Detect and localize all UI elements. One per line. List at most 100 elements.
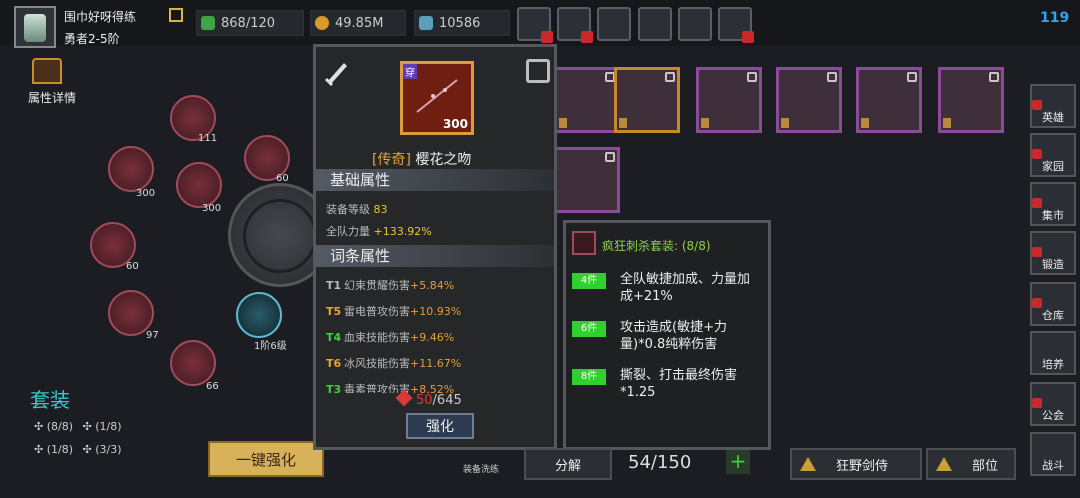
alert-badge <box>541 31 553 43</box>
shop-cart-icon[interactable] <box>517 7 553 43</box>
sidenav-cultivate[interactable]: 培养 <box>1030 331 1076 375</box>
rank-icon <box>559 118 567 128</box>
affix-label: 冰风技能伤害 <box>344 357 410 370</box>
affix-value: +11.67% <box>410 357 462 370</box>
alert-badge <box>742 31 754 43</box>
set-row[interactable]: ✣ (1/8) ✣ (3/3) <box>34 443 122 456</box>
edit-name-icon[interactable] <box>169 8 183 22</box>
affix-label: 血束技能伤害 <box>344 331 410 344</box>
affix-row: T1 幻束贯耀伤害+5.84% <box>326 277 454 293</box>
inventory-counter: 54/150 <box>628 452 692 473</box>
sidenav-label: 锻造 <box>1042 258 1064 271</box>
player-name: 围巾好呀得练 <box>64 10 137 24</box>
inventory-slot[interactable] <box>554 147 620 213</box>
sidenav-battle[interactable]: 战斗 <box>1030 432 1076 476</box>
alert-badge <box>581 31 593 43</box>
gold-stat: 49.85M <box>310 10 406 36</box>
affix-row: T4 血束技能伤害+9.46% <box>326 329 454 345</box>
lock-icon <box>907 72 917 82</box>
unlock-icon[interactable] <box>526 59 550 83</box>
affix-tier: T5 <box>326 305 342 318</box>
inventory-slot[interactable] <box>696 67 762 133</box>
settings-gear-icon[interactable] <box>638 7 672 41</box>
affix-row: T6 冰风技能伤害+11.67% <box>326 355 461 371</box>
rank-icon <box>943 118 951 128</box>
set-icon: ✣ <box>34 420 44 433</box>
inventory-slot[interactable] <box>554 67 620 133</box>
lock-icon <box>989 72 999 82</box>
lock-icon <box>747 72 757 82</box>
sidenav-label: 集市 <box>1042 209 1064 222</box>
affix-tier: T4 <box>326 331 342 344</box>
sidenav-label: 战斗 <box>1042 459 1064 472</box>
sidenav-guild[interactable]: 公会 <box>1030 382 1076 426</box>
node-level: 66 <box>206 381 219 392</box>
strengthen-all-button[interactable]: 一键强化 <box>208 441 324 477</box>
node-level: 60 <box>126 261 139 272</box>
item-name: 樱花之吻 <box>415 152 472 168</box>
class-filter-button[interactable]: 狂野剑侍 <box>790 448 922 480</box>
star-burst-icon[interactable] <box>718 7 754 43</box>
slot-filter-label: 部位 <box>972 458 999 474</box>
wings-level: 1阶6级 <box>254 341 287 352</box>
base-attr-row: 装备等级 83 <box>326 201 388 217</box>
item-level: 300 <box>442 117 468 131</box>
expand-inventory-button[interactable]: + <box>726 450 750 474</box>
sidenav-warehouse[interactable]: 仓库 <box>1030 282 1076 326</box>
sidenav-hero[interactable]: 英雄 <box>1030 84 1076 128</box>
set-icon: ✣ <box>82 420 92 433</box>
set-icon: ✣ <box>34 443 44 456</box>
sidenav-label: 英雄 <box>1042 111 1064 124</box>
affix-tier: T3 <box>326 383 342 393</box>
decompose-button[interactable]: 分解 <box>524 448 612 480</box>
affix-value: +10.93% <box>410 305 462 318</box>
set-icon: ✣ <box>82 443 92 456</box>
set-count: (1/8) <box>46 443 74 456</box>
attributes-detail-label[interactable]: 属性详情 <box>28 89 76 106</box>
rank-icon <box>781 118 789 128</box>
inventory-slot[interactable] <box>614 67 680 133</box>
equip-node-wings[interactable] <box>236 292 282 338</box>
set-icon <box>572 231 596 255</box>
mail-icon[interactable] <box>557 7 593 43</box>
set-row[interactable]: ✣ (8/8) ✣ (1/8) <box>34 420 122 433</box>
set-title: 疯狂刺杀套装: (8/8) <box>602 239 711 253</box>
sidenav-market[interactable]: 集市 <box>1030 182 1076 226</box>
inventory-slot[interactable] <box>938 67 1004 133</box>
inventory-slot[interactable] <box>776 67 842 133</box>
gamepad-icon[interactable] <box>597 7 631 41</box>
affix-tier: T1 <box>326 279 342 292</box>
item-title: [传奇] 樱花之吻 <box>372 149 471 169</box>
set-count: (3/3) <box>95 443 122 456</box>
strengthen-button[interactable]: 强化 <box>406 413 474 439</box>
sidenav-label: 家园 <box>1042 160 1064 173</box>
node-level: 300 <box>136 188 156 199</box>
equip-node-cape[interactable] <box>170 340 216 386</box>
strengthen-cost: 50/645 <box>395 389 462 408</box>
slot-filter-button[interactable]: 部位 <box>926 448 1016 480</box>
avatar[interactable] <box>14 6 56 48</box>
set-count: (8/8) <box>46 420 74 433</box>
affix-label: 雷电普攻伤害 <box>344 305 410 318</box>
equip-node-bow[interactable] <box>108 146 154 192</box>
color-wheel-icon[interactable] <box>678 7 712 41</box>
item-icon: 穿 300 <box>400 61 474 135</box>
node-level: 60 <box>276 173 289 184</box>
player-rank: 勇者2-5阶 <box>64 32 120 46</box>
reforge-label[interactable]: 装备洗练 <box>463 462 499 475</box>
attributes-detail-icon[interactable] <box>32 58 62 84</box>
inventory-slot[interactable] <box>856 67 922 133</box>
sidenav-home[interactable]: 家园 <box>1030 133 1076 177</box>
energy-icon <box>201 16 215 30</box>
rank-icon <box>861 118 869 128</box>
affix-value: +9.46% <box>410 331 455 344</box>
sidenav-forge[interactable]: 锻造 <box>1030 231 1076 275</box>
equip-node-helmet[interactable] <box>176 162 222 208</box>
rank-icon <box>619 118 627 128</box>
set-count: (1/8) <box>95 420 122 433</box>
gem-value: 10586 <box>439 15 481 31</box>
gold-value: 49.85M <box>335 15 384 31</box>
energy-value: 868/120 <box>221 15 276 31</box>
affix-attributes-header: 词条属性 <box>316 245 554 267</box>
sidenav-label: 仓库 <box>1042 309 1064 322</box>
